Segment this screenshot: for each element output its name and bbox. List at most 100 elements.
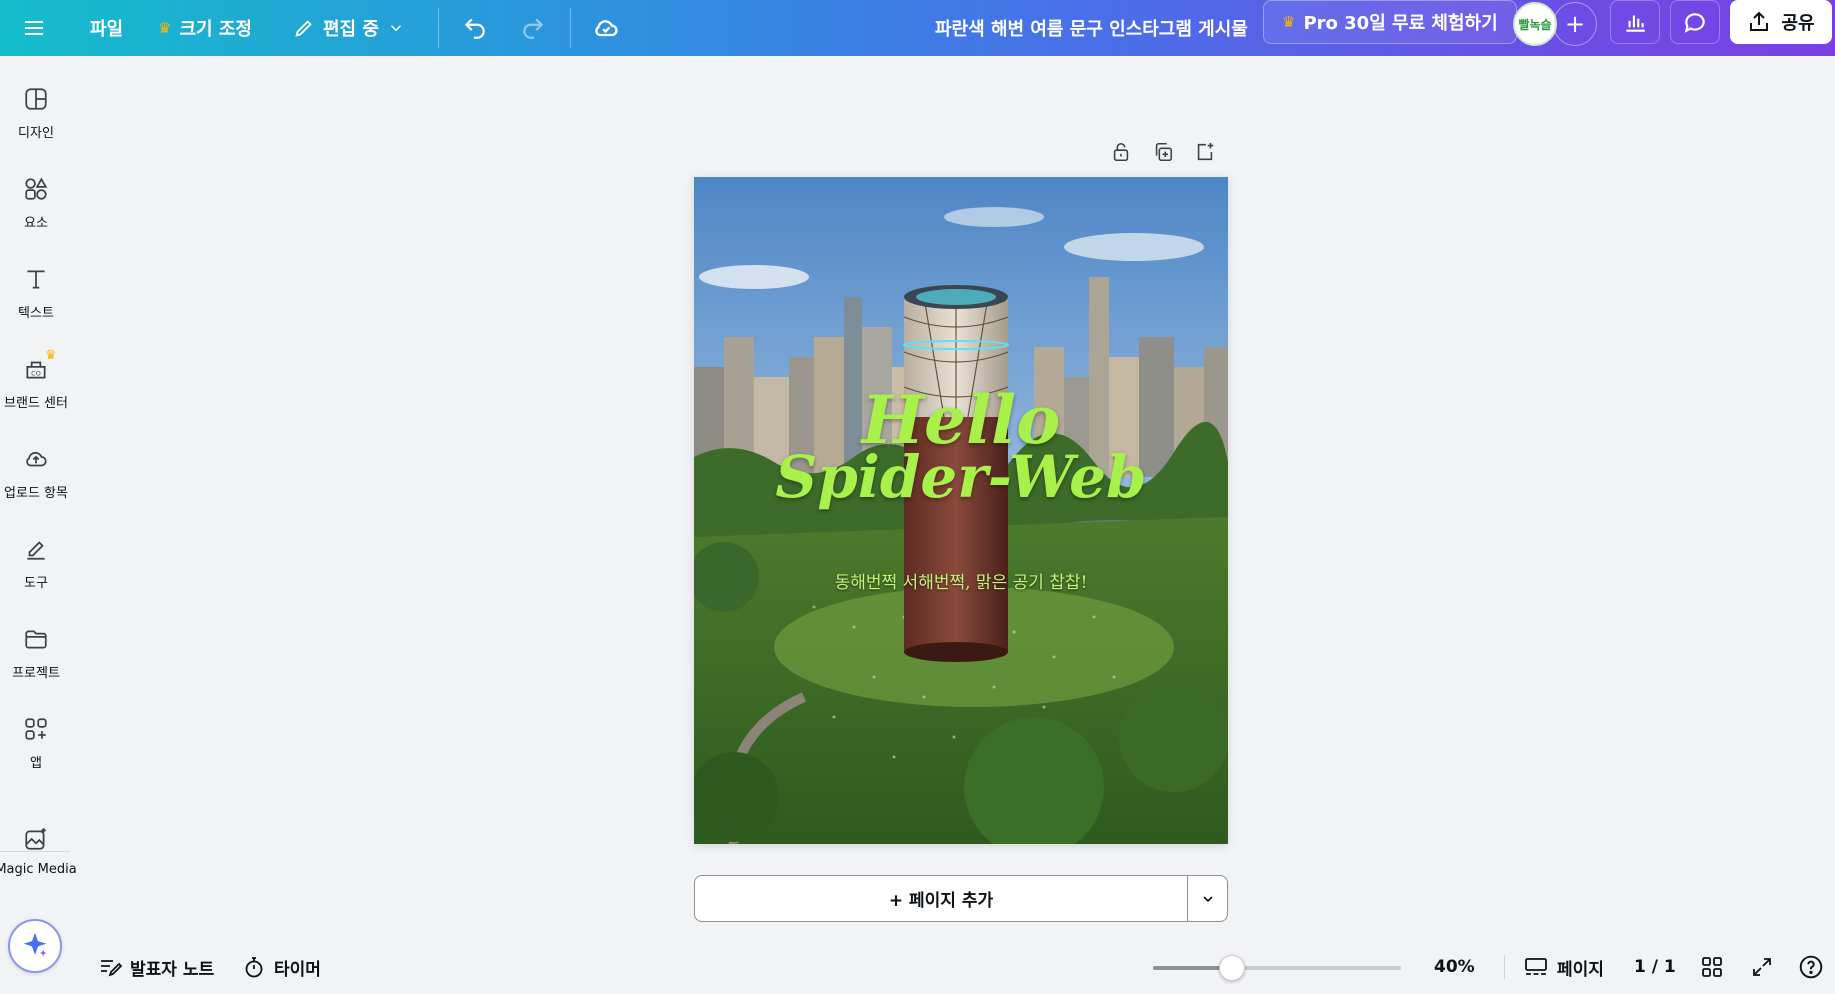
pro-trial-label: Pro 30일 무료 체험하기 (1303, 13, 1498, 34)
sidebar-item-label: Magic Media (0, 862, 77, 877)
avatar[interactable]: 빨녹슬 (1513, 2, 1557, 46)
insights-button[interactable] (1610, 0, 1660, 44)
svg-text:CO: CO (31, 370, 41, 378)
timer-button[interactable]: 타이머 (242, 950, 321, 984)
resize-button[interactable]: ♛ 크기 조정 (158, 0, 252, 56)
sidebar-item-label: 디자인 (18, 126, 54, 141)
page-toolbar (1110, 140, 1216, 168)
document-title[interactable]: 파란색 해변 여름 문구 인스타그램 게시물 (935, 0, 1248, 56)
crown-icon: ♛ (158, 19, 172, 37)
pro-trial-button[interactable]: ♛ Pro 30일 무료 체험하기 (1263, 0, 1517, 44)
sidebar-item-label: 요소 (24, 216, 48, 231)
menu-button[interactable] (22, 0, 46, 56)
apps-grid-icon (25, 718, 47, 740)
zoom-slider[interactable] (1153, 955, 1401, 981)
redo-button[interactable] (520, 0, 546, 56)
share-button[interactable]: 공유 (1730, 0, 1832, 44)
sidebar-item-label: 텍스트 (18, 306, 54, 321)
upload-share-icon (1750, 11, 1769, 31)
edit-mode-label: 편집 중 (323, 19, 379, 40)
notes-label: 발표자 노트 (130, 959, 215, 980)
lock-page-button[interactable] (1110, 140, 1132, 168)
fullscreen-button[interactable] (1750, 950, 1774, 984)
grid-view-button[interactable] (1700, 950, 1724, 984)
add-page-options-button[interactable] (1187, 876, 1227, 921)
duplicate-page-button[interactable] (1152, 140, 1174, 168)
pages-label: 페이지 (1557, 959, 1604, 980)
share-label: 공유 (1781, 13, 1815, 34)
edit-mode-dropdown[interactable]: 편집 중 (293, 0, 405, 56)
grid-view-icon (1702, 957, 1722, 977)
crown-icon: ♛ (45, 348, 57, 363)
add-page-bar: + 페이지 추가 (694, 875, 1228, 922)
pages-view-button[interactable]: 페이지 (1523, 950, 1604, 984)
page-counter-label: 1 / 1 (1634, 957, 1676, 977)
hamburger-menu-icon (25, 21, 43, 35)
sidebar-item-label: 도구 (24, 576, 48, 591)
sidebar-item-elements[interactable]: 요소 (0, 176, 72, 231)
page-counter[interactable]: 1 / 1 (1634, 950, 1676, 984)
cloud-check-icon (595, 20, 618, 37)
lock-icon (1113, 142, 1129, 162)
sidebar-item-label: 앱 (30, 756, 42, 771)
toolbar-divider (438, 8, 439, 48)
undo-icon (464, 18, 485, 39)
magic-media-icon (25, 828, 46, 850)
sidebar-item-brand[interactable]: ♛ CO 브랜드 센터 (0, 348, 72, 411)
help-question-icon (1799, 955, 1823, 979)
design-subtitle[interactable]: 동해번쩍 서해번쩍, 맑은 공기 찹찹! (694, 568, 1228, 593)
cloud-upload-icon (26, 451, 47, 467)
crown-icon: ♛ (1282, 13, 1296, 31)
zoom-percentage[interactable]: 40% (1434, 950, 1475, 984)
sidebar-item-label: 프로젝트 (12, 666, 60, 681)
sparkle-icon (23, 932, 47, 957)
file-menu-label: 파일 (90, 19, 124, 40)
magic-assistant-button[interactable] (8, 919, 62, 973)
add-page-icon-button[interactable] (1194, 140, 1216, 168)
comments-button[interactable] (1670, 0, 1720, 44)
help-button[interactable] (1798, 950, 1824, 984)
add-page-button[interactable]: + 페이지 추가 (695, 876, 1187, 921)
sidebar-item-magic-media[interactable]: Magic Media (0, 826, 77, 877)
notes-icon (101, 960, 122, 977)
pages-icon (1525, 958, 1547, 975)
sidebar-item-uploads[interactable]: 업로드 항목 (0, 446, 72, 501)
comment-bubble-icon (1684, 13, 1705, 33)
sidebar-item-apps[interactable]: 앱 (0, 716, 72, 771)
folder-icon (25, 630, 47, 649)
bar-chart-icon (1626, 15, 1645, 32)
pencil-icon (295, 20, 312, 37)
headline-spider-web[interactable]: Spider-Web (694, 447, 1228, 507)
add-page-icon (1197, 142, 1214, 161)
top-toolbar: 파일 ♛ 크기 조정 편집 중 파란색 해변 여름 문구 인스타그램 게시물 ♛… (0, 0, 1835, 56)
timer-label: 타이머 (274, 959, 321, 980)
add-collaborator-button[interactable]: + (1553, 2, 1597, 46)
chevron-down-icon (1202, 895, 1213, 902)
sidebar-item-label: 브랜드 센터 (4, 396, 68, 411)
sidebar-item-label: 업로드 항목 (4, 486, 68, 501)
stopwatch-icon (245, 957, 263, 978)
text-t-icon (27, 270, 45, 289)
resize-label: 크기 조정 (179, 19, 252, 40)
sidebar-item-projects[interactable]: 프로젝트 (0, 626, 72, 681)
sidebar-item-text[interactable]: 텍스트 (0, 266, 72, 321)
design-page[interactable]: Hello Spider-Web 동해번쩍 서해번쩍, 맑은 공기 찹찹! (694, 177, 1228, 844)
bottom-divider (1504, 955, 1505, 979)
duplicate-icon (1155, 142, 1173, 162)
presenter-notes-button[interactable]: 발표자 노트 (98, 950, 214, 984)
toolbar-divider (570, 8, 571, 48)
design-layout-icon (25, 88, 47, 110)
plus-icon: + (1564, 10, 1586, 38)
file-menu-button[interactable]: 파일 (90, 0, 123, 56)
sidebar-item-design[interactable]: 디자인 (0, 86, 72, 141)
elements-shapes-icon (25, 177, 48, 200)
pen-draw-icon (27, 541, 45, 560)
sidebar-item-tools[interactable]: 도구 (0, 536, 72, 591)
redo-icon (523, 18, 544, 39)
zoom-slider-handle[interactable] (1219, 955, 1245, 981)
expand-icon (1753, 958, 1771, 976)
undo-button[interactable] (462, 0, 488, 56)
zoom-value-label: 40% (1434, 957, 1475, 977)
save-status-button[interactable] (592, 0, 620, 56)
chevron-down-icon (390, 25, 401, 32)
